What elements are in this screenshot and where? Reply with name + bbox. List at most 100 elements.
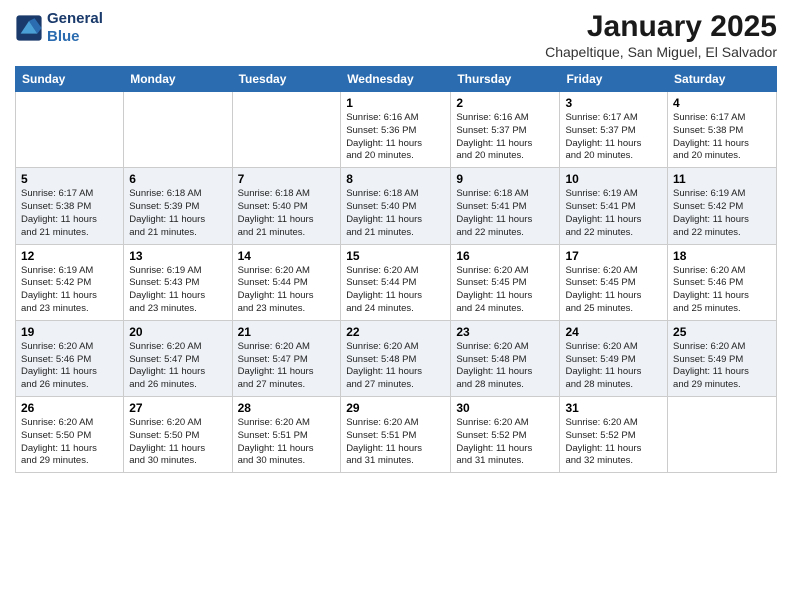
day-info: Sunrise: 6:20 AM Sunset: 5:52 PM Dayligh… <box>565 417 662 468</box>
day-number: 10 <box>565 172 662 186</box>
header-sunday: Sunday <box>16 67 124 92</box>
calendar-cell: 3Sunrise: 6:17 AM Sunset: 5:37 PM Daylig… <box>560 92 668 168</box>
calendar-cell: 29 Sunrise: 6:20 AM Sunset: 5:51 PM Dayli… <box>341 397 451 473</box>
header: General Blue January 2025 Chapeltique, S… <box>15 10 777 60</box>
logo-text: General Blue <box>47 10 103 46</box>
calendar-week-5: 26 Sunrise: 6:20 AM Sunset: 5:50 PM Dayli… <box>16 397 777 473</box>
day-number: 1 <box>346 96 445 110</box>
day-number: 3 <box>565 96 662 110</box>
day-number: 4 <box>673 96 771 110</box>
day-info: Sunrise: 6:20 AM Sunset: 5:46 PM Dayligh… <box>21 341 118 392</box>
day-number: 31 <box>565 401 662 415</box>
day-info: Sunrise: 6:20 AM Sunset: 5:52 PM Dayligh… <box>456 417 554 468</box>
day-info: Sunrise: 6:18 AM Sunset: 5:40 PM Dayligh… <box>346 188 445 239</box>
day-number: 23 <box>456 325 554 339</box>
day-number: 20 <box>129 325 226 339</box>
calendar-cell: 13 Sunrise: 6:19 AM Sunset: 5:43 PM Dayli… <box>124 244 232 320</box>
header-friday: Friday <box>560 67 668 92</box>
calendar-cell: 23 Sunrise: 6:20 AM Sunset: 5:48 PM Dayli… <box>451 320 560 396</box>
day-info: Sunrise: 6:20 AM Sunset: 5:48 PM Dayligh… <box>346 341 445 392</box>
day-info: Sunrise: 6:20 AM Sunset: 5:51 PM Dayligh… <box>346 417 445 468</box>
month-title: January 2025 <box>545 10 777 44</box>
weekday-header-row: Sunday Monday Tuesday Wednesday Thursday… <box>16 67 777 92</box>
calendar-cell: 1Sunrise: 6:16 AM Sunset: 5:36 PM Daylig… <box>341 92 451 168</box>
calendar-cell <box>16 92 124 168</box>
calendar-cell: 7 Sunrise: 6:18 AM Sunset: 5:40 PM Daylig… <box>232 168 341 244</box>
calendar-cell: 9 Sunrise: 6:18 AM Sunset: 5:41 PM Daylig… <box>451 168 560 244</box>
day-number: 26 <box>21 401 118 415</box>
day-number: 17 <box>565 249 662 263</box>
day-number: 6 <box>129 172 226 186</box>
day-number: 8 <box>346 172 445 186</box>
day-number: 29 <box>346 401 445 415</box>
day-info: Sunrise: 6:17 AM Sunset: 5:38 PM Dayligh… <box>673 112 771 163</box>
header-saturday: Saturday <box>668 67 777 92</box>
day-info: Sunrise: 6:20 AM Sunset: 5:49 PM Dayligh… <box>565 341 662 392</box>
calendar-week-1: 1Sunrise: 6:16 AM Sunset: 5:36 PM Daylig… <box>16 92 777 168</box>
calendar-cell: 14 Sunrise: 6:20 AM Sunset: 5:44 PM Dayli… <box>232 244 341 320</box>
day-info: Sunrise: 6:20 AM Sunset: 5:44 PM Dayligh… <box>346 265 445 316</box>
day-info: Sunrise: 6:20 AM Sunset: 5:48 PM Dayligh… <box>456 341 554 392</box>
day-number: 27 <box>129 401 226 415</box>
location-subtitle: Chapeltique, San Miguel, El Salvador <box>545 44 777 60</box>
calendar-cell: 19 Sunrise: 6:20 AM Sunset: 5:46 PM Dayli… <box>16 320 124 396</box>
calendar-cell: 11 Sunrise: 6:19 AM Sunset: 5:42 PM Dayli… <box>668 168 777 244</box>
calendar-cell: 24Sunrise: 6:20 AM Sunset: 5:49 PM Dayli… <box>560 320 668 396</box>
calendar-cell <box>668 397 777 473</box>
calendar-cell: 4 Sunrise: 6:17 AM Sunset: 5:38 PM Daylig… <box>668 92 777 168</box>
calendar-cell: 22 Sunrise: 6:20 AM Sunset: 5:48 PM Dayli… <box>341 320 451 396</box>
logo: General Blue <box>15 10 103 46</box>
calendar-week-4: 19 Sunrise: 6:20 AM Sunset: 5:46 PM Dayli… <box>16 320 777 396</box>
day-number: 7 <box>238 172 336 186</box>
day-info: Sunrise: 6:20 AM Sunset: 5:50 PM Dayligh… <box>129 417 226 468</box>
day-number: 12 <box>21 249 118 263</box>
day-number: 28 <box>238 401 336 415</box>
calendar-table: Sunday Monday Tuesday Wednesday Thursday… <box>15 66 777 473</box>
header-thursday: Thursday <box>451 67 560 92</box>
day-number: 13 <box>129 249 226 263</box>
header-monday: Monday <box>124 67 232 92</box>
calendar-cell <box>232 92 341 168</box>
day-info: Sunrise: 6:20 AM Sunset: 5:47 PM Dayligh… <box>238 341 336 392</box>
day-number: 22 <box>346 325 445 339</box>
day-info: Sunrise: 6:18 AM Sunset: 5:40 PM Dayligh… <box>238 188 336 239</box>
calendar-cell: 26 Sunrise: 6:20 AM Sunset: 5:50 PM Dayli… <box>16 397 124 473</box>
day-info: Sunrise: 6:20 AM Sunset: 5:46 PM Dayligh… <box>673 265 771 316</box>
day-info: Sunrise: 6:19 AM Sunset: 5:43 PM Dayligh… <box>129 265 226 316</box>
calendar-cell: 16 Sunrise: 6:20 AM Sunset: 5:45 PM Dayli… <box>451 244 560 320</box>
header-wednesday: Wednesday <box>341 67 451 92</box>
calendar-week-3: 12Sunrise: 6:19 AM Sunset: 5:42 PM Dayli… <box>16 244 777 320</box>
calendar-cell: 12Sunrise: 6:19 AM Sunset: 5:42 PM Dayli… <box>16 244 124 320</box>
day-info: Sunrise: 6:20 AM Sunset: 5:50 PM Dayligh… <box>21 417 118 468</box>
day-info: Sunrise: 6:19 AM Sunset: 5:42 PM Dayligh… <box>673 188 771 239</box>
day-info: Sunrise: 6:20 AM Sunset: 5:45 PM Dayligh… <box>456 265 554 316</box>
calendar-cell: 20Sunrise: 6:20 AM Sunset: 5:47 PM Dayli… <box>124 320 232 396</box>
calendar-cell: 17Sunrise: 6:20 AM Sunset: 5:45 PM Dayli… <box>560 244 668 320</box>
day-number: 14 <box>238 249 336 263</box>
day-number: 16 <box>456 249 554 263</box>
day-number: 2 <box>456 96 554 110</box>
day-number: 25 <box>673 325 771 339</box>
calendar-cell: 25Sunrise: 6:20 AM Sunset: 5:49 PM Dayli… <box>668 320 777 396</box>
day-info: Sunrise: 6:20 AM Sunset: 5:44 PM Dayligh… <box>238 265 336 316</box>
day-number: 9 <box>456 172 554 186</box>
logo-general: General <box>47 10 103 28</box>
day-number: 30 <box>456 401 554 415</box>
calendar-week-2: 5Sunrise: 6:17 AM Sunset: 5:38 PM Daylig… <box>16 168 777 244</box>
page: General Blue January 2025 Chapeltique, S… <box>0 0 792 612</box>
day-info: Sunrise: 6:18 AM Sunset: 5:41 PM Dayligh… <box>456 188 554 239</box>
calendar-cell: 31 Sunrise: 6:20 AM Sunset: 5:52 PM Dayli… <box>560 397 668 473</box>
calendar-cell: 6 Sunrise: 6:18 AM Sunset: 5:39 PM Daylig… <box>124 168 232 244</box>
day-info: Sunrise: 6:18 AM Sunset: 5:39 PM Dayligh… <box>129 188 226 239</box>
calendar-cell: 5Sunrise: 6:17 AM Sunset: 5:38 PM Daylig… <box>16 168 124 244</box>
calendar-cell: 15Sunrise: 6:20 AM Sunset: 5:44 PM Dayli… <box>341 244 451 320</box>
calendar-cell: 8 Sunrise: 6:18 AM Sunset: 5:40 PM Daylig… <box>341 168 451 244</box>
day-number: 5 <box>21 172 118 186</box>
calendar-cell: 28Sunrise: 6:20 AM Sunset: 5:51 PM Dayli… <box>232 397 341 473</box>
day-number: 19 <box>21 325 118 339</box>
day-info: Sunrise: 6:16 AM Sunset: 5:37 PM Dayligh… <box>456 112 554 163</box>
header-tuesday: Tuesday <box>232 67 341 92</box>
day-number: 11 <box>673 172 771 186</box>
day-number: 21 <box>238 325 336 339</box>
calendar-cell: 18Sunrise: 6:20 AM Sunset: 5:46 PM Dayli… <box>668 244 777 320</box>
